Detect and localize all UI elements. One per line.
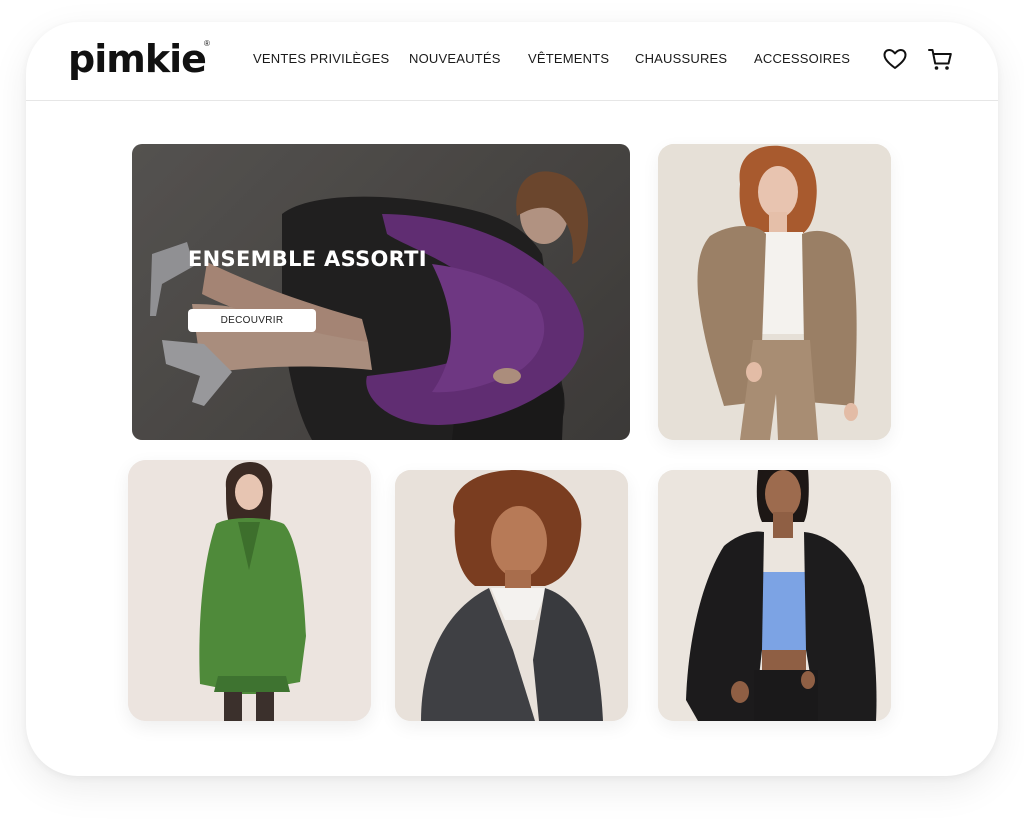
product-photo [395,470,628,721]
product-photo [658,144,891,440]
product-tile-beige-suit[interactable] [658,144,891,440]
site-header: pimkie ® VENTES PRIVILÈGES NOUVEAUTÉS VÊ… [26,22,998,101]
product-photo [128,460,371,721]
nav-item-ventes-privileges[interactable]: VENTES PRIVILÈGES [253,51,389,67]
product-tile-black-blazer[interactable] [658,470,891,721]
cart-icon [928,49,952,70]
registered-mark: ® [204,39,210,48]
nav-item-accessoires[interactable]: ACCESSOIRES [754,51,850,67]
brand-logo[interactable]: pimkie [68,36,207,82]
cart-button[interactable] [926,45,954,73]
nav-item-chaussures[interactable]: CHAUSSURES [635,51,727,67]
heart-icon [883,49,907,69]
product-tile-grey-coat[interactable] [395,470,628,721]
discover-button[interactable]: DECOUVRIR [188,309,316,332]
nav-item-vetements[interactable]: VÊTEMENTS [528,51,609,67]
hero-banner[interactable]: ENSEMBLE ASSORTI DECOUVRIR [132,144,630,440]
wishlist-button[interactable] [881,45,909,73]
product-photo [658,470,891,721]
browser-window: pimkie ® VENTES PRIVILÈGES NOUVEAUTÉS VÊ… [26,22,998,776]
nav-item-nouveautes[interactable]: NOUVEAUTÉS [409,51,501,67]
hero-title: ENSEMBLE ASSORTI [188,247,427,271]
product-tile-green-blazer[interactable] [128,460,371,721]
hero-photo [132,144,630,440]
